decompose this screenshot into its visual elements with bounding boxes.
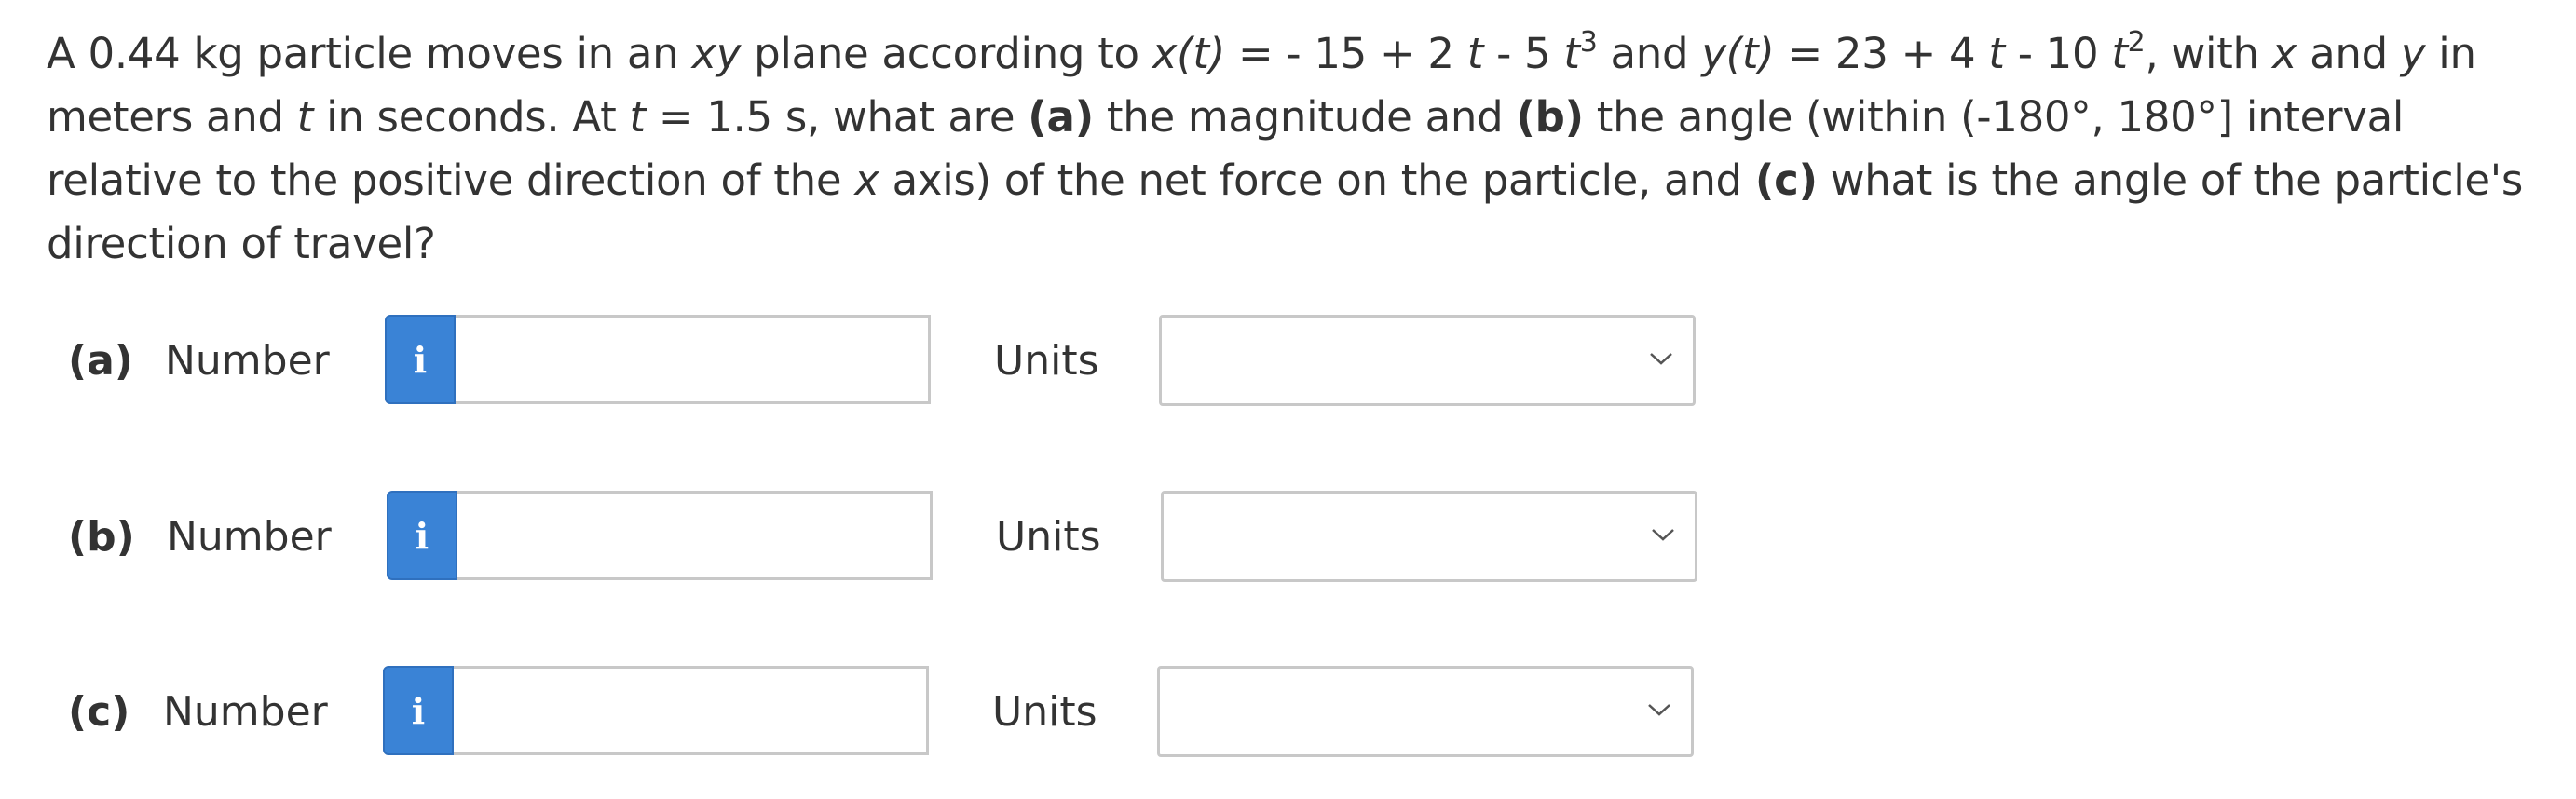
question-var: xy (691, 29, 742, 78)
question-var: t (1988, 29, 2005, 78)
question-fragment: A 0.44 kg particle moves in an (47, 29, 692, 78)
question-var: x(t) (1152, 29, 1225, 78)
info-button-b[interactable]: i (387, 491, 457, 580)
question-fragment: - 5 (1483, 29, 1564, 78)
question-fragment: axis) of the net force on the particle, … (879, 156, 1755, 205)
question-var: t (2111, 29, 2128, 78)
answer-row-c: (c) Number i Units (0, 666, 2576, 757)
question-text: A 0.44 kg particle moves in an xy plane … (47, 22, 2553, 276)
question-fragment: plane according to (741, 29, 1152, 78)
question-var: y(t) (1701, 29, 1775, 78)
units-label-a: Units (994, 337, 1099, 385)
number-label-c: Number (163, 688, 328, 736)
info-icon: i (411, 689, 426, 732)
info-button-a[interactable]: i (385, 315, 456, 404)
units-label-c: Units (992, 688, 1097, 736)
question-var: t (1563, 29, 1580, 78)
question-fragment: , with (2145, 29, 2272, 78)
question-fragment: and (1597, 29, 1702, 78)
question-var: y (2400, 29, 2426, 78)
number-label-a: Number (165, 337, 330, 385)
chevron-down-icon (1652, 529, 1674, 541)
part-label-b: (b) (68, 513, 135, 561)
question-var: t (629, 92, 646, 142)
units-select-a[interactable] (1159, 315, 1696, 406)
number-input-c[interactable] (454, 666, 929, 755)
answer-row-b: (b) Number i Units (0, 491, 2576, 582)
answer-row-a: (a) Number i Units (0, 315, 2576, 406)
part-label-c: (c) (68, 688, 130, 736)
question-fragment: - 10 (2004, 29, 2112, 78)
question-fragment: = - 15 + 2 (1224, 29, 1467, 78)
info-icon: i (413, 338, 428, 381)
part-label-a: (a) (68, 337, 133, 385)
question-var: x (2271, 29, 2297, 78)
question-var: t (296, 92, 314, 142)
info-button-c[interactable]: i (383, 666, 454, 755)
units-select-c[interactable] (1157, 666, 1694, 757)
number-input-a[interactable] (456, 315, 931, 404)
units-select-b[interactable] (1161, 491, 1697, 582)
question-fragment: in seconds. At (313, 92, 630, 142)
question-fragment: = 23 + 4 (1774, 29, 1989, 78)
question-fragment: the magnitude and (1093, 92, 1517, 142)
question-exponent: 2 (2127, 26, 2146, 59)
question-exponent: 3 (1579, 26, 1598, 59)
chevron-down-icon (1648, 704, 1670, 716)
question-fragment: and (2297, 29, 2401, 78)
question-fragment: = 1.5 s, what are (645, 92, 1029, 142)
number-input-b[interactable] (457, 491, 933, 580)
units-label-b: Units (996, 513, 1101, 561)
question-var: t (1466, 29, 1484, 78)
question-part-ref: (c) (1754, 156, 1818, 205)
question-part-ref: (b) (1516, 92, 1584, 142)
number-label-b: Number (167, 513, 332, 561)
question-part-ref: (a) (1028, 92, 1094, 142)
info-icon: i (415, 514, 429, 557)
question-var: x (854, 156, 879, 205)
chevron-down-icon (1650, 353, 1672, 365)
